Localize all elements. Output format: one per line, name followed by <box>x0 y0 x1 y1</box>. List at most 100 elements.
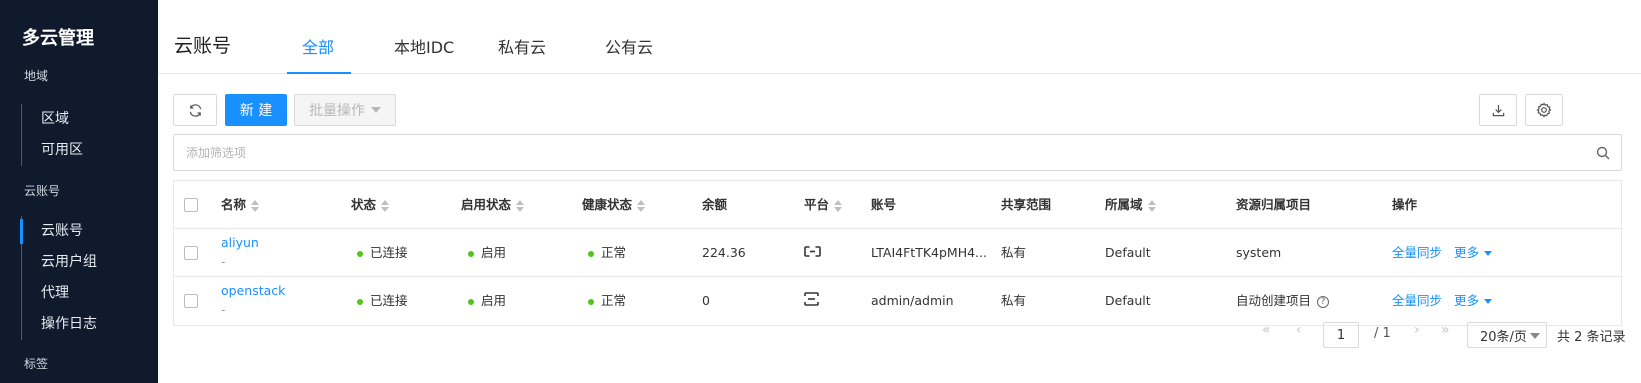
sidebar-group-tags[interactable]: 标签 <box>24 355 48 372</box>
status-dot <box>468 250 474 257</box>
account-name-sub: - <box>221 303 226 317</box>
refresh-button[interactable] <box>173 94 217 126</box>
row-checkbox[interactable] <box>184 294 198 308</box>
tab-private-cloud[interactable]: 私有云 <box>498 34 546 58</box>
sidebar-list-cloudaccount: 云账号 云用户组 代理 操作日志 <box>20 216 97 340</box>
tab-public-cloud[interactable]: 公有云 <box>605 34 653 58</box>
sort-icon <box>381 199 390 212</box>
sidebar-item-cloudaccount[interactable]: 云账号 <box>20 216 97 247</box>
status-cell: 已连接 <box>357 277 408 325</box>
last-page-icon[interactable]: » <box>1441 322 1450 338</box>
prev-page-icon[interactable]: ‹ <box>1296 322 1302 338</box>
batch-operations-label: 批量操作 <box>309 103 365 119</box>
domain-cell: Default <box>1105 293 1151 308</box>
filter-search-bar <box>173 134 1622 171</box>
sidebar-group-region: 地域 <box>24 69 49 83</box>
tab-local-idc[interactable]: 本地IDC <box>394 34 454 58</box>
filter-input[interactable] <box>186 135 1566 170</box>
account-name-sub: - <box>221 255 226 269</box>
settings-button[interactable] <box>1525 94 1563 126</box>
select-all-checkbox[interactable] <box>184 198 198 212</box>
sidebar-title: 多云管理 <box>22 28 94 49</box>
status-cell: 已连接 <box>357 229 408 277</box>
total-records: 共 2 条记录 <box>1557 330 1626 345</box>
project-cell: system <box>1236 245 1282 260</box>
account-name-link[interactable]: openstack <box>221 283 285 298</box>
column-header-status[interactable]: 状态 <box>351 181 390 229</box>
more-actions-link[interactable]: 更多 <box>1454 229 1493 277</box>
openstack-icon <box>804 292 819 306</box>
first-page-icon[interactable]: « <box>1262 322 1271 338</box>
sort-icon <box>834 199 843 212</box>
column-header-actions: 操作 <box>1392 197 1418 212</box>
gear-icon <box>1536 102 1552 118</box>
total-pages: / 1 <box>1374 326 1391 341</box>
more-actions-link[interactable]: 更多 <box>1454 277 1493 325</box>
domain-cell: Default <box>1105 245 1151 260</box>
column-header-name[interactable]: 名称 <box>221 181 260 229</box>
batch-operations-button[interactable]: 批量操作 <box>294 94 396 126</box>
full-sync-link[interactable]: 全量同步 <box>1392 277 1442 325</box>
status-dot <box>468 298 474 305</box>
column-header-enabled[interactable]: 启用状态 <box>461 181 525 229</box>
column-header-platform[interactable]: 平台 <box>804 181 843 229</box>
project-cell: 自动创建项目? <box>1236 277 1330 325</box>
balance-cell: 224.36 <box>702 245 746 260</box>
download-button[interactable] <box>1479 94 1517 126</box>
column-header-health[interactable]: 健康状态 <box>582 181 646 229</box>
new-button[interactable]: 新 建 <box>225 94 287 126</box>
sidebar-item-oplog[interactable]: 操作日志 <box>22 309 97 340</box>
chevron-down-icon <box>1484 299 1493 304</box>
next-page-icon[interactable]: › <box>1414 322 1420 338</box>
platform-cell <box>804 292 819 308</box>
health-cell: 正常 <box>588 277 626 325</box>
sidebar: 多云管理 地域 区域 可用区 云账号 云账号 云用户组 代理 操作日志 标签 <box>0 0 158 383</box>
health-cell: 正常 <box>588 229 626 277</box>
page-number-input[interactable]: 1 <box>1323 322 1359 348</box>
sort-icon <box>637 199 646 212</box>
chevron-down-icon <box>1484 251 1493 256</box>
column-header-project: 资源归属项目 <box>1236 197 1312 212</box>
status-dot <box>357 250 363 257</box>
sidebar-item-region[interactable]: 区域 <box>22 104 83 135</box>
page-size-select[interactable]: 20条/页 <box>1467 322 1547 348</box>
enabled-cell: 启用 <box>468 277 506 325</box>
page-title: 云账号 <box>174 35 232 57</box>
sidebar-list-region: 区域 可用区 <box>21 104 83 166</box>
share-cell: 私有 <box>1001 293 1027 308</box>
search-icon[interactable] <box>1595 145 1611 161</box>
table-row: openstack - 已连接 启用 正常 0 admin/admin 私有 D… <box>174 277 1621 325</box>
table-row: aliyun - 已连接 启用 正常 224.36 LTAI4FtTK4pMH4… <box>174 229 1621 277</box>
chevron-down-icon <box>1530 333 1540 339</box>
help-icon[interactable]: ? <box>1317 295 1330 308</box>
column-header-balance: 余额 <box>702 197 728 212</box>
sidebar-group-cloudaccount: 云账号 <box>24 184 61 198</box>
sort-icon <box>251 199 260 212</box>
column-header-share: 共享范围 <box>1001 197 1052 212</box>
balance-cell: 0 <box>702 293 710 308</box>
sidebar-item-proxy[interactable]: 代理 <box>22 278 97 309</box>
tab-bar: 云账号 全部 本地IDC 私有云 公有云 <box>158 0 1641 74</box>
table-header-row: 名称 状态 启用状态 健康状态 余额 平台 账号 共享范围 所属域 资源归属项目… <box>174 181 1621 229</box>
full-sync-link[interactable]: 全量同步 <box>1392 229 1442 277</box>
sidebar-item-cloudgroup[interactable]: 云用户组 <box>22 247 97 278</box>
sort-icon <box>516 199 525 212</box>
account-cell: admin/admin <box>871 293 954 308</box>
tab-all[interactable]: 全部 <box>302 34 334 58</box>
tab-active-indicator <box>287 72 351 74</box>
status-dot <box>357 298 363 305</box>
sort-icon <box>1147 199 1157 212</box>
row-checkbox[interactable] <box>184 246 198 260</box>
account-cell: LTAI4FtTK4pMH4... <box>871 245 987 260</box>
sidebar-item-zone[interactable]: 可用区 <box>22 135 83 166</box>
main-content: 云账号 全部 本地IDC 私有云 公有云 新 建 批量操作 添加筛选项 名称 状… <box>158 0 1641 383</box>
column-header-account: 账号 <box>871 197 897 212</box>
cloud-account-table: 名称 状态 启用状态 健康状态 余额 平台 账号 共享范围 所属域 资源归属项目… <box>173 180 1622 326</box>
column-header-domain[interactable]: 所属域 <box>1105 181 1157 229</box>
refresh-icon <box>189 103 201 117</box>
account-name-link[interactable]: aliyun <box>221 235 259 250</box>
platform-cell <box>804 245 821 261</box>
enabled-cell: 启用 <box>468 229 506 277</box>
status-dot <box>588 298 594 305</box>
aliyun-icon <box>804 246 821 257</box>
